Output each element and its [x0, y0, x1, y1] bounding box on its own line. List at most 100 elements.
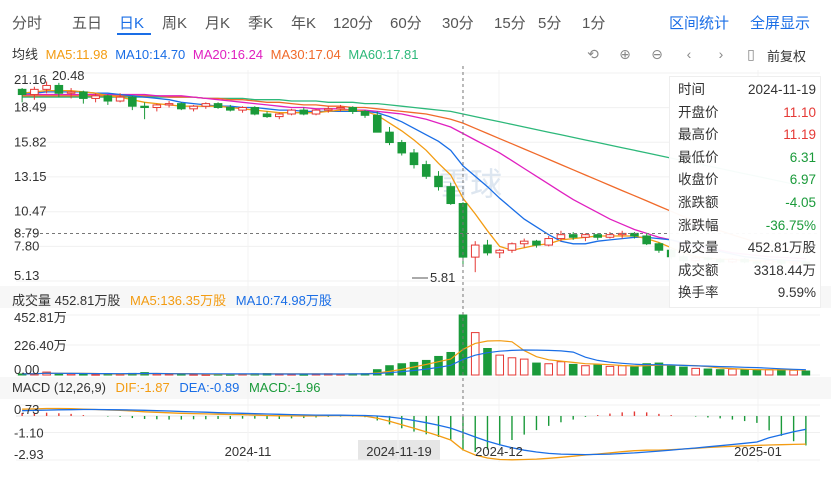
date-axis-label: 2025-01 [734, 444, 782, 459]
candle-body [287, 109, 296, 115]
volume-bar [519, 358, 529, 376]
volume-bar [691, 367, 700, 376]
candle-body [483, 244, 492, 254]
candle-body [360, 110, 370, 116]
volume-bar [764, 369, 774, 376]
volume-bar [740, 369, 749, 376]
volume-bar [728, 368, 737, 376]
dif-legend: DIF:-1.87 [115, 380, 170, 395]
volume-axis-label: 226.40万 [14, 338, 67, 353]
price-axis-label: 15.82 [14, 134, 47, 149]
tooltip-row: 最高价 11.19 [678, 124, 816, 146]
tooltip-row: 开盘价 11.10 [678, 102, 816, 124]
candle-body [385, 131, 394, 144]
volume-bar [434, 355, 443, 376]
price-axis-label: 5.13 [14, 268, 39, 283]
candle-body [17, 88, 27, 96]
macd-legend-title: MACD (12,26,9) [12, 380, 106, 395]
candle-body [556, 234, 566, 240]
candle-body [226, 107, 235, 111]
tooltip-value: 6.31 [789, 149, 816, 165]
volume-axis-label: 0.00 [14, 362, 39, 377]
macd-axis-label: -2.93 [14, 447, 44, 462]
candle-body [189, 105, 198, 110]
date-axis-label: 2024-12 [475, 444, 523, 459]
candle-body [213, 103, 223, 109]
tooltip-value: 9.59% [777, 285, 816, 301]
price-axis-label: 21.16 [14, 72, 47, 87]
candle-body [152, 104, 162, 109]
tooltip-value: 11.19 [783, 127, 816, 143]
candle-body [311, 109, 321, 115]
macd-axis-label: 0.73 [14, 402, 39, 417]
candle-body [421, 164, 431, 177]
candle-body [177, 103, 186, 110]
volume-ma10-legend: MA10:74.98万股 [235, 293, 332, 308]
macd-legend: MACD (12,26,9) DIF:-1.87 DEA:-0.89 MACD:… [12, 380, 327, 395]
tooltip-label: 成交额 [678, 262, 719, 278]
candle-body [519, 240, 529, 245]
tooltip-label: 成交量 [678, 240, 719, 256]
volume-bar [409, 361, 419, 376]
tooltip-row: 时间 2024-11-19 [678, 79, 816, 101]
tooltip-value: 6.97 [789, 172, 816, 188]
candle-body [544, 238, 554, 246]
high-price-annotation: 20.48 [52, 68, 85, 83]
candle-body [495, 249, 505, 254]
candle-body [164, 103, 174, 106]
tooltip-label: 收盘价 [678, 172, 719, 188]
candle-body [446, 186, 456, 205]
volume-bar [581, 365, 590, 376]
tooltip-label: 时间 [678, 82, 705, 97]
volume-ma5-legend: MA5:136.35万股 [130, 293, 227, 308]
tooltip-label: 开盘价 [678, 104, 719, 120]
volume-bar [470, 332, 480, 376]
volume-bar [752, 369, 762, 376]
low-price-annotation: 5.81 [430, 270, 455, 285]
volume-axis-label: 452.81万 [14, 310, 67, 325]
candle-body [91, 95, 100, 99]
candle-body [581, 234, 590, 238]
candle-body [103, 95, 113, 102]
volume-legend: 成交量 452.81万股 MA5:136.35万股 MA10:74.98万股 [12, 290, 338, 309]
tooltip-row: 收盘价 6.97 [678, 169, 816, 191]
candle-body [79, 91, 88, 99]
tooltip-row: 成交额 3318.44万 [678, 260, 816, 282]
volume-bar [507, 357, 517, 376]
candle-body [507, 243, 517, 251]
candle-body [250, 107, 260, 115]
volume-legend-value: 成交量 452.81万股 [12, 293, 121, 308]
volume-bar [715, 369, 725, 376]
volume-bar [789, 369, 798, 376]
candle-body [434, 175, 443, 188]
volume-bar [703, 368, 713, 376]
dea-legend: DEA:-0.89 [179, 380, 240, 395]
price-axis-label: 10.47 [14, 204, 47, 219]
tooltip-value: 2024-11-19 [747, 82, 816, 97]
price-axis-label: 13.15 [14, 169, 47, 184]
candle-body [274, 113, 284, 118]
volume-bar [79, 373, 88, 376]
candle-body [30, 88, 39, 96]
candle-body [642, 235, 651, 245]
macd-axis-label: -1.10 [14, 426, 44, 441]
candle-body [201, 103, 211, 107]
candle-body [568, 234, 578, 238]
tooltip-value: -36.75% [765, 217, 816, 233]
volume-bar [421, 359, 431, 376]
tooltip-row: 成交量 452.81万股 [678, 237, 816, 259]
candle-body [654, 243, 664, 251]
candle-body [115, 96, 125, 102]
tooltip-value: -4.05 [785, 195, 816, 210]
volume-bar [532, 362, 541, 376]
volume-bar [801, 370, 811, 376]
volume-bar [630, 366, 639, 376]
volume-bar [568, 363, 578, 376]
volume-bar [605, 365, 615, 376]
volume-bar [593, 364, 602, 376]
candle-body [140, 105, 149, 109]
candle-body [262, 113, 272, 118]
candle-body [66, 91, 76, 94]
candle-body [532, 240, 541, 246]
candle-body [470, 244, 480, 258]
